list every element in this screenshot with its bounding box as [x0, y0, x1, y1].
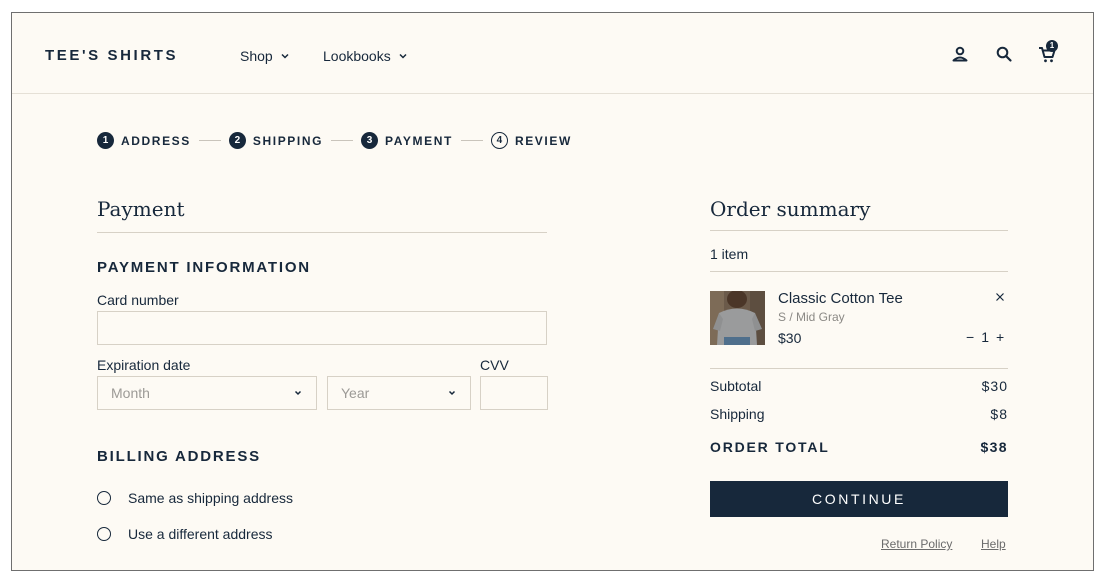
card-number-label: Card number: [97, 292, 179, 308]
return-policy-link[interactable]: Return Policy: [881, 537, 952, 551]
step-label: SHIPPING: [252, 133, 324, 148]
divider: [710, 368, 1008, 369]
step-review: 4 REVIEW: [490, 132, 572, 149]
step-number: 2: [228, 132, 246, 149]
radio-button[interactable]: [97, 491, 111, 505]
payment-title: Payment: [97, 197, 185, 221]
product-name[interactable]: Classic Cotton Tee: [778, 290, 903, 307]
item-count: 1 item: [710, 246, 749, 262]
step-label: PAYMENT: [385, 133, 453, 148]
step-number: 4: [490, 132, 508, 149]
step-shipping[interactable]: 2 SHIPPING: [228, 132, 324, 149]
checkout-stepper: 1 ADDRESS 2 SHIPPING 3 PAYMENT 4 REVIEW: [97, 132, 572, 149]
chevron-down-icon: [294, 390, 302, 396]
chevron-down-icon: [448, 390, 456, 396]
divider: [710, 230, 1008, 231]
product-thumbnail: [710, 291, 765, 345]
brand-logo[interactable]: TEE'S SHIRTS: [45, 47, 178, 64]
nav-lookbooks[interactable]: Lookbooks: [323, 48, 409, 64]
step-divider: [331, 140, 354, 141]
decrease-quantity-button[interactable]: −: [966, 329, 974, 345]
step-divider: [460, 140, 483, 141]
site-header: TEE'S SHIRTS Shop Lookbooks 1: [12, 13, 1093, 94]
year-placeholder: Year: [341, 385, 370, 401]
help-link[interactable]: Help: [981, 537, 1006, 551]
product-variant: S / Mid Gray: [778, 310, 845, 324]
expiration-date-label: Expiration date: [97, 357, 191, 373]
card-number-input[interactable]: [97, 311, 547, 345]
cart-count-badge: 1: [1046, 40, 1058, 52]
radio-label: Same as shipping address: [128, 490, 293, 506]
step-label: REVIEW: [514, 133, 572, 148]
product-price: $30: [778, 330, 802, 346]
shipping-value: $8: [990, 406, 1008, 422]
step-divider: [198, 140, 221, 141]
cvv-input[interactable]: [480, 376, 548, 410]
account-icon[interactable]: [949, 43, 971, 65]
step-address[interactable]: 1 ADDRESS: [97, 132, 191, 149]
subtotal-label: Subtotal: [710, 378, 762, 394]
month-placeholder: Month: [111, 385, 150, 401]
divider: [710, 271, 1008, 272]
nav-shop-label: Shop: [240, 48, 273, 64]
payment-information-heading: PAYMENT INFORMATION: [97, 259, 311, 276]
nav-lookbooks-label: Lookbooks: [323, 48, 391, 64]
step-number: 1: [97, 132, 114, 149]
expiration-year-select[interactable]: Year: [327, 376, 471, 410]
search-icon[interactable]: [993, 43, 1015, 65]
close-icon[interactable]: [994, 291, 1006, 303]
nav-shop[interactable]: Shop: [240, 48, 291, 64]
checkout-page: TEE'S SHIRTS Shop Lookbooks 1 1 ADDRESS …: [11, 12, 1094, 571]
chevron-down-icon: [281, 53, 289, 59]
cvv-label: CVV: [480, 357, 509, 373]
step-number: 3: [361, 132, 379, 149]
expiration-month-select[interactable]: Month: [97, 376, 317, 410]
step-payment: 3 PAYMENT: [361, 132, 453, 149]
continue-button[interactable]: CONTINUE: [710, 481, 1008, 517]
shipping-label: Shipping: [710, 406, 765, 422]
increase-quantity-button[interactable]: +: [996, 329, 1004, 345]
chevron-down-icon: [399, 53, 407, 59]
radio-button[interactable]: [97, 527, 111, 541]
divider: [97, 232, 547, 233]
order-total-value: $38: [980, 439, 1008, 455]
quantity-value: 1: [981, 329, 989, 345]
subtotal-value: $30: [981, 378, 1008, 394]
billing-different-address-option[interactable]: Use a different address: [97, 526, 273, 542]
order-total-label: ORDER TOTAL: [710, 439, 830, 455]
step-label: ADDRESS: [121, 133, 191, 148]
radio-label: Use a different address: [128, 526, 273, 542]
billing-address-heading: BILLING ADDRESS: [97, 448, 261, 465]
quantity-stepper: − 1 +: [966, 329, 1004, 345]
order-summary-title: Order summary: [710, 197, 871, 221]
billing-same-as-shipping-option[interactable]: Same as shipping address: [97, 490, 293, 506]
